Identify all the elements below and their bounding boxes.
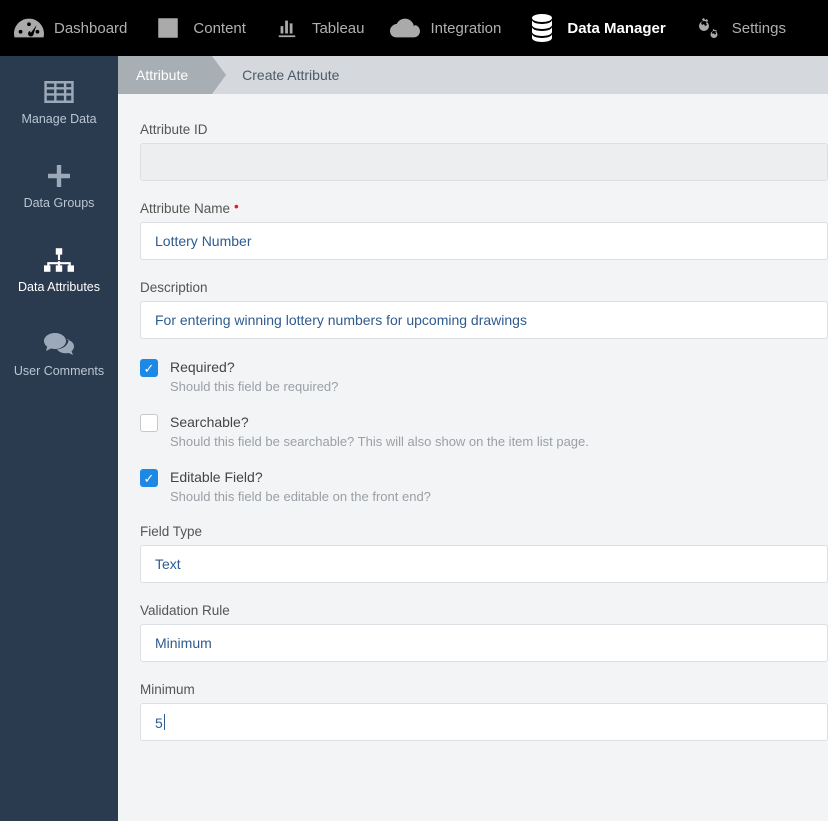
input-minimum[interactable]: 5 bbox=[140, 703, 828, 741]
field-description: Description bbox=[140, 280, 828, 339]
field-searchable: Searchable? Should this field be searcha… bbox=[140, 414, 828, 449]
topnav-item-tableau[interactable]: Tableau bbox=[272, 15, 365, 41]
select-validation-rule[interactable]: Minimum bbox=[140, 624, 828, 662]
desc-editable: Should this field be editable on the fro… bbox=[170, 489, 431, 504]
label-minimum: Minimum bbox=[140, 682, 828, 697]
sidebar-item-label: User Comments bbox=[14, 364, 104, 378]
checkbox-searchable[interactable] bbox=[140, 414, 158, 432]
sidebar-item-manage-data[interactable]: Manage Data bbox=[21, 80, 96, 126]
field-attribute-id: Attribute ID bbox=[140, 122, 828, 181]
topnav-item-settings[interactable]: Settings bbox=[692, 15, 786, 41]
hierarchy-icon bbox=[42, 248, 76, 272]
sidebar-item-user-comments[interactable]: User Comments bbox=[14, 332, 104, 378]
comments-icon bbox=[42, 332, 76, 356]
minimum-field[interactable]: 5 bbox=[155, 714, 165, 731]
label-field-type: Field Type bbox=[140, 524, 828, 539]
sidebar-item-label: Manage Data bbox=[21, 112, 96, 126]
gauge-icon bbox=[14, 15, 44, 41]
list-box-icon bbox=[153, 15, 183, 41]
label-searchable: Searchable? bbox=[170, 414, 589, 430]
sidebar-item-label: Data Groups bbox=[24, 196, 95, 210]
checkbox-required[interactable] bbox=[140, 359, 158, 377]
label-editable: Editable Field? bbox=[170, 469, 431, 485]
desc-required: Should this field be required? bbox=[170, 379, 338, 394]
sidebar-item-label: Data Attributes bbox=[18, 280, 100, 294]
field-editable: Editable Field? Should this field be edi… bbox=[140, 469, 828, 504]
input-description[interactable] bbox=[140, 301, 828, 339]
description-field[interactable] bbox=[155, 312, 813, 328]
label-description: Description bbox=[140, 280, 828, 295]
topnav-label: Settings bbox=[732, 20, 786, 37]
topnav-item-data-manager[interactable]: Data Manager bbox=[527, 15, 665, 41]
gears-icon bbox=[692, 15, 722, 41]
input-attribute-id bbox=[140, 143, 828, 181]
breadcrumb: Attribute Create Attribute bbox=[118, 56, 828, 94]
desc-searchable: Should this field be searchable? This wi… bbox=[170, 434, 589, 449]
topnav-item-integration[interactable]: Integration bbox=[390, 15, 501, 41]
label-required: Required? bbox=[170, 359, 338, 375]
field-required: Required? Should this field be required? bbox=[140, 359, 828, 394]
grid-icon bbox=[42, 80, 76, 104]
select-field-type[interactable]: Text bbox=[140, 545, 828, 583]
field-attribute-name: Attribute Name• bbox=[140, 201, 828, 260]
topnav-item-dashboard[interactable]: Dashboard bbox=[14, 15, 127, 41]
label-validation-rule: Validation Rule bbox=[140, 603, 828, 618]
label-attribute-id: Attribute ID bbox=[140, 122, 828, 137]
field-minimum: Minimum 5 bbox=[140, 682, 828, 741]
plus-icon bbox=[42, 164, 76, 188]
cloud-icon bbox=[390, 15, 420, 41]
field-validation-rule: Validation Rule Minimum bbox=[140, 603, 828, 662]
field-field-type: Field Type Text bbox=[140, 524, 828, 583]
bar-chart-icon bbox=[272, 15, 302, 41]
topnav-label: Data Manager bbox=[567, 20, 665, 37]
breadcrumb-create-attribute[interactable]: Create Attribute bbox=[212, 56, 363, 94]
layout-body: Manage Data Data Groups Data Attributes … bbox=[0, 56, 828, 821]
required-marker: • bbox=[234, 199, 239, 214]
sidebar-item-data-attributes[interactable]: Data Attributes bbox=[18, 248, 100, 294]
input-attribute-name[interactable] bbox=[140, 222, 828, 260]
main-content: Attribute Create Attribute Attribute ID … bbox=[118, 56, 828, 821]
topnav-item-content[interactable]: Content bbox=[153, 15, 246, 41]
top-nav: Dashboard Content Tableau Integration Da… bbox=[0, 0, 828, 56]
topnav-label: Integration bbox=[430, 20, 501, 37]
topnav-label: Content bbox=[193, 20, 246, 37]
breadcrumb-attribute[interactable]: Attribute bbox=[118, 56, 212, 94]
attribute-form: Attribute ID Attribute Name• Description bbox=[118, 94, 828, 769]
label-attribute-name: Attribute Name• bbox=[140, 201, 828, 216]
sidebar: Manage Data Data Groups Data Attributes … bbox=[0, 56, 118, 821]
database-icon bbox=[527, 15, 557, 41]
topnav-label: Dashboard bbox=[54, 20, 127, 37]
attribute-name-field[interactable] bbox=[155, 233, 813, 249]
topnav-label: Tableau bbox=[312, 20, 365, 37]
checkbox-editable[interactable] bbox=[140, 469, 158, 487]
sidebar-item-data-groups[interactable]: Data Groups bbox=[24, 164, 95, 210]
